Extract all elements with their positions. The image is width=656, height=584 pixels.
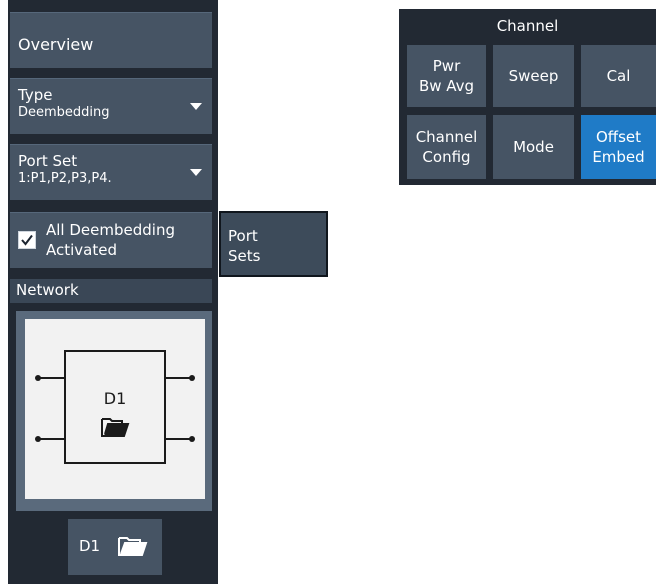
button-line: Cal (606, 67, 631, 85)
port-label: Port (228, 227, 258, 245)
port-sets-submenu-button[interactable]: Port Sets (219, 211, 328, 277)
channel-menu-title: Channel (496, 17, 559, 35)
network-section-header: Network (10, 279, 212, 303)
port-set-value: 1:P1,P2,P3,P4. (18, 171, 112, 186)
d1-label: D1 (79, 537, 101, 555)
checkmark-icon (21, 234, 33, 246)
type-value: Deembedding (18, 105, 110, 120)
button-line: Config (422, 148, 471, 166)
activated-label: Activated (46, 241, 117, 259)
channel-menu: Channel Pwr Bw Avg Sweep Cal Channel Con… (399, 9, 656, 185)
type-dropdown[interactable]: Type Deembedding (10, 78, 212, 134)
offset-embed-button[interactable]: Offset Embed (581, 115, 656, 179)
dropdown-arrow-icon (190, 169, 202, 176)
button-line: Embed (592, 148, 645, 166)
button-line: Channel (415, 128, 478, 146)
checkbox[interactable] (18, 231, 36, 249)
folder-icon (118, 537, 148, 556)
sweep-button[interactable]: Sweep (493, 45, 574, 107)
button-line: Bw Avg (418, 77, 475, 95)
all-deembedding-activated-toggle[interactable]: All Deembedding Activated (10, 212, 212, 268)
sets-label: Sets (228, 247, 261, 265)
d1-file-button[interactable]: D1 (68, 519, 162, 575)
pwr-bw-avg-button[interactable]: Pwr Bw Avg (407, 45, 486, 107)
overview-button[interactable]: Overview (10, 12, 212, 68)
button-line: Offset (595, 128, 642, 146)
cal-button[interactable]: Cal (581, 45, 656, 107)
all-deembedding-label: All Deembedding (46, 221, 175, 239)
network-d1-label: D1 (104, 389, 127, 408)
port-set-dropdown[interactable]: Port Set 1:P1,P2,P3,P4. (10, 144, 212, 200)
two-port-network-icon: D1 (35, 350, 195, 464)
button-line: Mode (513, 138, 554, 156)
mode-button[interactable]: Mode (493, 115, 574, 179)
button-line: Sweep (508, 67, 559, 85)
channel-config-button[interactable]: Channel Config (407, 115, 486, 179)
type-label: Type (18, 86, 53, 104)
port-set-label: Port Set (18, 152, 78, 170)
network-diagram[interactable]: D1 (25, 319, 205, 499)
dropdown-arrow-icon (190, 103, 202, 110)
button-line: Pwr (432, 57, 461, 75)
